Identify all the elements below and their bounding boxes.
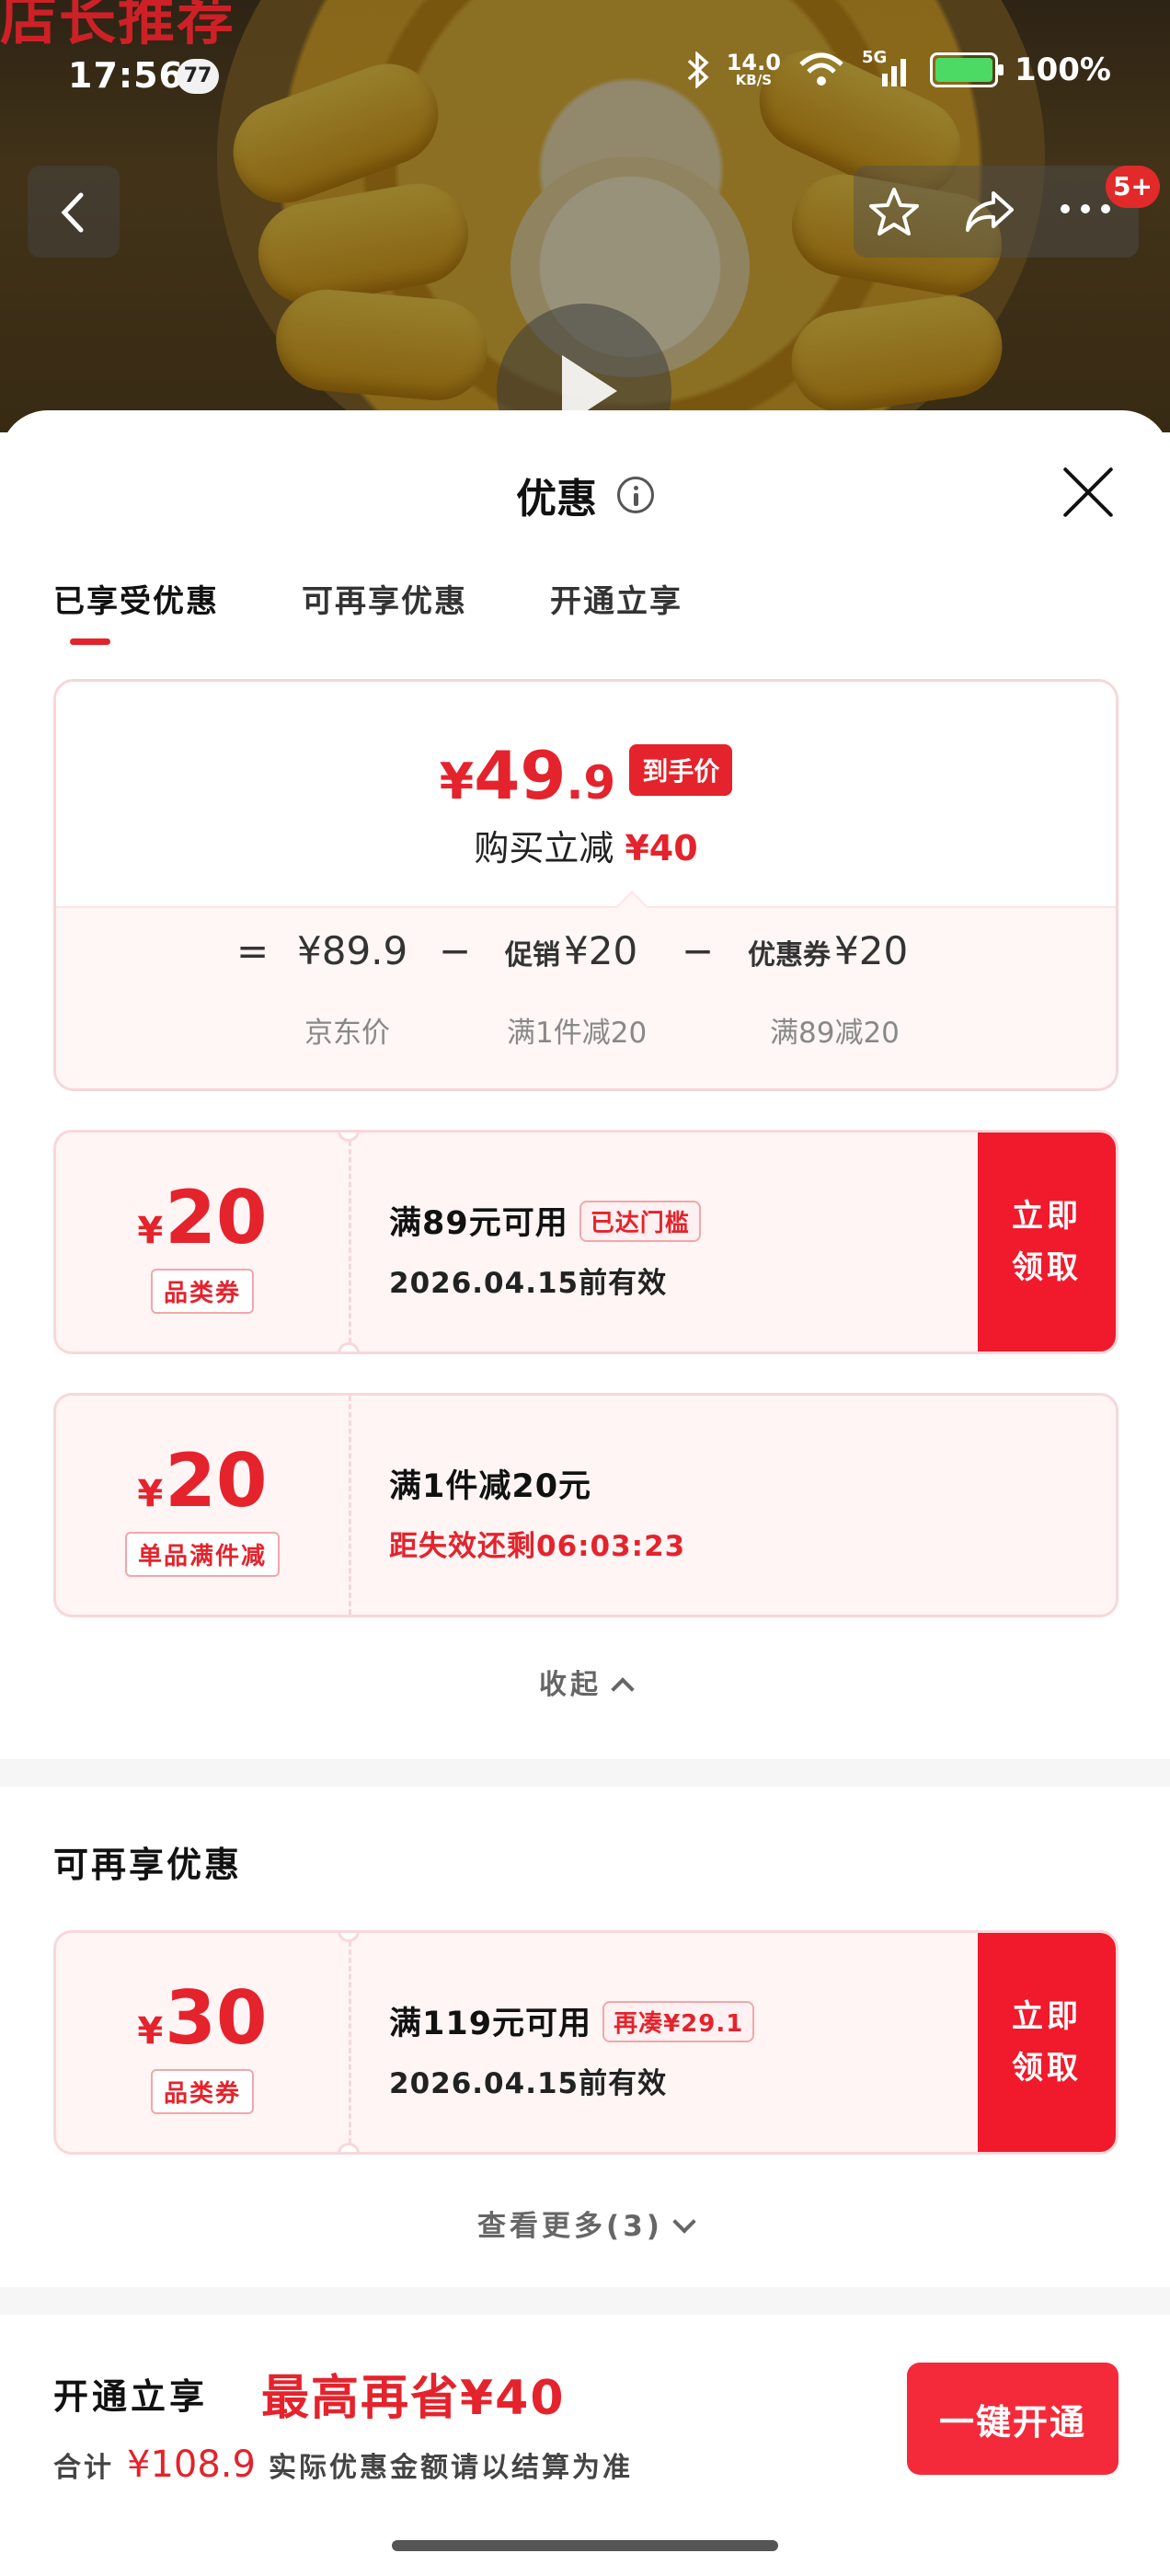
activate-title: 开通立享 bbox=[53, 2376, 209, 2417]
active-tab-indicator bbox=[70, 638, 110, 645]
coupon-amount: ¥20 bbox=[137, 1438, 268, 1524]
home-indicator[interactable] bbox=[392, 2540, 778, 2551]
formula-minus: − bbox=[682, 928, 715, 973]
formula-coupon-label: 满89减20 bbox=[770, 1017, 900, 1050]
coupon-card: ¥20 品类券 满89元可用 已达门槛 2026.04.15前有效 立即领取 bbox=[53, 1130, 1118, 1354]
wifi-icon bbox=[799, 52, 843, 86]
notification-count-badge: 77 bbox=[177, 59, 219, 94]
sheet-title: 优惠 bbox=[516, 476, 597, 523]
tab-more-available[interactable]: 可再享优惠 bbox=[302, 576, 467, 621]
formula-base-label: 京东价 bbox=[304, 1017, 390, 1050]
one-click-activate-button[interactable]: 一键开通 bbox=[907, 2363, 1118, 2475]
coupon-countdown: 距失效还剩06:03:23 bbox=[389, 1530, 686, 1563]
amount-needed-chip: 再凑¥29.1 bbox=[602, 2000, 755, 2042]
back-button[interactable] bbox=[28, 166, 120, 258]
coupon-condition: 满1件减20元 bbox=[389, 1468, 592, 1505]
instant-discount: 购买立减 ¥40 bbox=[474, 828, 698, 868]
formula-coupon: 优惠券¥20 bbox=[748, 928, 909, 973]
formula-equals: = bbox=[236, 928, 270, 973]
collapse-toggle[interactable]: 收起 bbox=[0, 1662, 1170, 1702]
tab-activate[interactable]: 开通立享 bbox=[550, 576, 682, 621]
status-time: 17:56 bbox=[68, 55, 184, 96]
coupon-condition: 满119元可用 再凑¥29.1 bbox=[389, 1997, 755, 2046]
final-price: ¥49.9 bbox=[439, 737, 616, 814]
price-summary-card: ¥49.9 到手价 购买立减 ¥40 = ¥89.9 京东价 − 促销¥20 满1… bbox=[53, 679, 1118, 1091]
network-speed: 14.0 KB/S bbox=[726, 50, 781, 88]
star-icon[interactable] bbox=[866, 186, 922, 237]
final-price-tag: 到手价 bbox=[629, 744, 733, 796]
coupon-card: ¥30 品类券 满119元可用 再凑¥29.1 2026.04.15前有效 立即领… bbox=[53, 1930, 1118, 2155]
section-divider bbox=[0, 1759, 1170, 1787]
bluetooth-icon bbox=[687, 52, 709, 88]
more-icon[interactable] bbox=[1058, 202, 1113, 215]
formula-minus: − bbox=[439, 928, 472, 973]
discount-tabs: 已享受优惠 可再享优惠 开通立享 bbox=[53, 576, 682, 621]
message-badge: 5+ bbox=[1106, 166, 1160, 208]
coupon-amount: ¥30 bbox=[137, 1975, 268, 2061]
share-icon[interactable] bbox=[962, 186, 1017, 237]
formula-promo: 促销¥20 bbox=[505, 928, 638, 973]
section-divider bbox=[0, 2287, 1170, 2315]
discount-sheet: 优惠 已享受优惠 可再享优惠 开通立享 ¥49.9 到手价 购买立减 ¥40 = … bbox=[0, 410, 1170, 2576]
coupon-validity: 2026.04.15前有效 bbox=[389, 2067, 668, 2100]
section-title-more-discounts: 可再享优惠 bbox=[53, 1845, 243, 1885]
coupon-condition: 满89元可用 已达门槛 bbox=[389, 1197, 701, 1246]
cellular-signal-icon: 5G bbox=[862, 48, 913, 88]
formula-base-price: ¥89.9 bbox=[297, 928, 408, 973]
status-bar: 17:56 77 14.0 KB/S 5G 100% bbox=[0, 46, 1170, 107]
battery-icon bbox=[929, 52, 1004, 87]
coupon-type-badge: 单品满件减 bbox=[124, 1532, 281, 1577]
coupon-validity: 2026.04.15前有效 bbox=[389, 1267, 668, 1300]
coupon-type-badge: 品类券 bbox=[150, 2069, 255, 2114]
view-more-toggle[interactable]: 查看更多(3) bbox=[0, 2202, 1170, 2244]
info-icon[interactable] bbox=[617, 477, 654, 513]
threshold-reached-chip: 已达门槛 bbox=[579, 1200, 701, 1242]
chevron-down-icon bbox=[672, 2210, 696, 2234]
chevron-up-icon bbox=[611, 1677, 635, 1701]
activate-footer: 开通立享 最高再省¥40 合计 ¥108.9 实际优惠金额请以结算为准 一键开通 bbox=[0, 2315, 1170, 2576]
nav-action-bar bbox=[854, 166, 1139, 258]
tab-enjoyed[interactable]: 已享受优惠 bbox=[53, 576, 219, 621]
battery-percent: 100% bbox=[1014, 52, 1111, 88]
chevron-left-icon bbox=[61, 192, 84, 233]
claim-coupon-button[interactable]: 立即领取 bbox=[978, 1933, 1116, 2152]
total-line: 合计 ¥108.9 实际优惠金额请以结算为准 bbox=[53, 2444, 633, 2486]
close-button[interactable] bbox=[1058, 462, 1118, 523]
formula-promo-label: 满1件减20 bbox=[507, 1017, 648, 1050]
coupon-card: ¥20 单品满件减 满1件减20元 距失效还剩06:03:23 bbox=[53, 1393, 1118, 1617]
coupon-type-badge: 品类券 bbox=[150, 1269, 255, 1314]
claim-coupon-button[interactable]: 立即领取 bbox=[978, 1133, 1116, 1351]
total-amount: ¥108.9 bbox=[127, 2444, 256, 2486]
max-savings: 最高再省¥40 bbox=[261, 2371, 566, 2426]
coupon-amount: ¥20 bbox=[137, 1175, 268, 1260]
